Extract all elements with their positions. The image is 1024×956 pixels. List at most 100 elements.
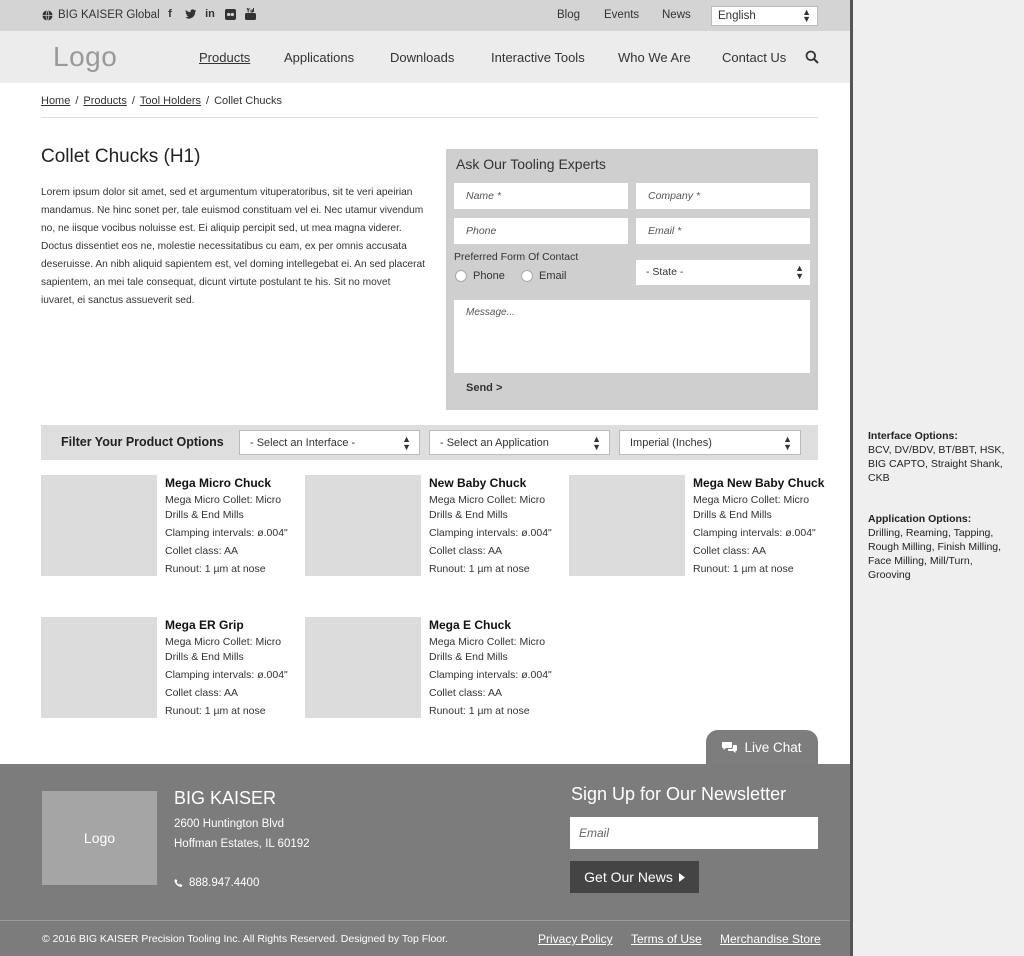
email-field[interactable]: Email * xyxy=(636,218,810,244)
message-field[interactable]: Message... xyxy=(454,300,810,373)
breadcrumb-home[interactable]: Home xyxy=(41,95,70,107)
nav-contact-us[interactable]: Contact Us xyxy=(722,50,786,65)
newsletter-email-input[interactable]: Email xyxy=(570,817,818,849)
annotation-panel: Interface Options: BCV, DV/BDV, BT/BBT, … xyxy=(850,0,1024,956)
nav-applications[interactable]: Applications xyxy=(284,50,354,65)
preferred-contact-label: Preferred Form Of Contact xyxy=(454,251,579,263)
footer-logo[interactable]: Logo xyxy=(42,791,157,885)
filter-label: Filter Your Product Options xyxy=(61,435,224,449)
linkedin-icon[interactable]: in xyxy=(204,8,216,20)
application-select[interactable]: - Select an Application ▲ ▼ xyxy=(429,430,610,455)
newsletter-submit-button[interactable]: Get Our News xyxy=(570,861,699,893)
product-collet: Collet class: AA xyxy=(693,545,766,557)
filter-bar: Filter Your Product Options - Select an … xyxy=(41,425,818,460)
phone-field[interactable]: Phone xyxy=(454,218,628,244)
blog-link[interactable]: Blog xyxy=(557,9,580,21)
breadcrumb-products[interactable]: Products xyxy=(83,95,126,107)
product-desc: Mega Micro Collet: Micro Drills & End Mi… xyxy=(165,494,282,521)
flickr-icon[interactable] xyxy=(224,8,236,20)
select-arrows-icon: ▲ ▼ xyxy=(795,263,804,281)
units-select[interactable]: Imperial (Inches) ▲ ▼ xyxy=(619,430,801,455)
breadcrumb: Home / Products / Tool Holders / Collet Chucks xyxy=(41,95,282,107)
news-link[interactable]: News xyxy=(662,9,691,21)
chat-bubbles-icon xyxy=(722,742,738,753)
product-name[interactable]: New Baby Chuck xyxy=(429,474,561,492)
product-image[interactable] xyxy=(41,475,157,576)
product-desc: Mega Micro Collet: Micro Drills & End Mi… xyxy=(165,636,282,663)
radio-email-label: Email xyxy=(539,270,567,282)
interface-value: - Select an Interface - xyxy=(250,437,356,449)
product-runout: Runout: 1 µm at nose xyxy=(693,563,794,575)
footer-company-name: BIG KAISER xyxy=(174,788,277,808)
nav-interactive-tools[interactable]: Interactive Tools xyxy=(491,50,585,65)
product-collet: Collet class: AA xyxy=(429,687,502,699)
product-desc: Mega Micro Collet: Micro Drills & End Mi… xyxy=(429,636,546,663)
application-value: - Select an Application xyxy=(440,437,549,449)
form-title: Ask Our Tooling Experts xyxy=(456,156,606,172)
product-clamping: Clamping intervals: ø.004" xyxy=(165,669,288,681)
youtube-icon[interactable] xyxy=(244,8,256,20)
name-field[interactable]: Name * xyxy=(454,183,628,209)
product-image[interactable] xyxy=(305,475,421,576)
merchandise-store-link[interactable]: Merchandise Store xyxy=(720,932,821,946)
product-collet: Collet class: AA xyxy=(429,545,502,557)
footer-address-line2: Hoffman Estates, IL 60192 xyxy=(174,838,310,850)
privacy-policy-link[interactable]: Privacy Policy xyxy=(538,932,613,946)
breadcrumb-current: Collet Chucks xyxy=(214,95,282,107)
footer-phone-number: 888.947.4400 xyxy=(189,877,260,889)
events-link[interactable]: Events xyxy=(604,9,639,21)
nav-downloads[interactable]: Downloads xyxy=(390,50,454,65)
twitter-icon[interactable] xyxy=(184,8,196,20)
nav-products[interactable]: Products xyxy=(199,50,250,65)
send-button[interactable]: Send > xyxy=(466,382,502,394)
product-name[interactable]: Mega Micro Chuck xyxy=(165,474,297,492)
product-runout: Runout: 1 µm at nose xyxy=(165,705,266,717)
breadcrumb-tool-holders[interactable]: Tool Holders xyxy=(140,95,201,107)
product-clamping: Clamping intervals: ø.004" xyxy=(429,527,552,539)
live-chat-button[interactable]: Live Chat xyxy=(706,730,818,765)
state-select[interactable]: - State - ▲ ▼ xyxy=(636,260,810,285)
radio-circle-icon xyxy=(521,270,533,282)
product-image[interactable] xyxy=(569,475,685,576)
product-collet: Collet class: AA xyxy=(165,687,238,699)
live-chat-label: Live Chat xyxy=(744,740,802,755)
caret-right-icon xyxy=(678,872,685,882)
product-name[interactable]: Mega ER Grip xyxy=(165,616,297,634)
footer-divider xyxy=(0,920,850,921)
product-runout: Runout: 1 µm at nose xyxy=(429,563,530,575)
interface-options-note: Interface Options: BCV, DV/BDV, BT/BBT, … xyxy=(868,429,1018,485)
newsletter-button-label: Get Our News xyxy=(584,869,673,885)
utility-bar: BIG KAISER Global f in Blog Events News … xyxy=(0,0,850,31)
copyright: © 2016 BIG KAISER Precision Tooling Inc.… xyxy=(42,933,448,945)
main-nav: Logo Products Applications Downloads Int… xyxy=(0,31,850,83)
product-clamping: Clamping intervals: ø.004" xyxy=(693,527,816,539)
radio-email[interactable]: Email xyxy=(521,270,567,282)
interface-select[interactable]: - Select an Interface - ▲ ▼ xyxy=(239,430,420,455)
footer-phone[interactable]: 888.947.4400 xyxy=(174,877,259,889)
global-link[interactable]: BIG KAISER Global xyxy=(42,9,160,21)
company-field[interactable]: Company * xyxy=(636,183,810,209)
search-icon[interactable] xyxy=(805,50,819,64)
facebook-icon[interactable]: f xyxy=(164,8,176,20)
contact-form: Ask Our Tooling Experts Name * Company *… xyxy=(446,149,818,410)
radio-phone-label: Phone xyxy=(473,270,505,282)
product-image[interactable] xyxy=(41,617,157,718)
phone-icon xyxy=(174,878,183,888)
select-arrows-icon: ▲ ▼ xyxy=(783,434,792,452)
product-image[interactable] xyxy=(305,617,421,718)
radio-phone[interactable]: Phone xyxy=(455,270,505,282)
product-name[interactable]: Mega New Baby Chuck xyxy=(693,474,825,492)
nav-who-we-are[interactable]: Who We Are xyxy=(618,50,691,65)
site-logo[interactable]: Logo xyxy=(53,41,117,73)
globe-icon xyxy=(42,9,53,21)
select-arrows-icon: ▲ ▼ xyxy=(802,7,811,24)
breadcrumb-divider xyxy=(41,117,818,118)
language-select[interactable]: English ▲ ▼ xyxy=(711,6,818,26)
newsletter-title: Sign Up for Our Newsletter xyxy=(571,784,787,804)
footer-address-line1: 2600 Huntington Blvd xyxy=(174,818,284,830)
product-runout: Runout: 1 µm at nose xyxy=(165,563,266,575)
product-name[interactable]: Mega E Chuck xyxy=(429,616,561,634)
terms-of-use-link[interactable]: Terms of Use xyxy=(631,932,702,946)
state-value: - State - xyxy=(646,266,684,278)
interface-options-title: Interface Options: xyxy=(868,430,958,442)
